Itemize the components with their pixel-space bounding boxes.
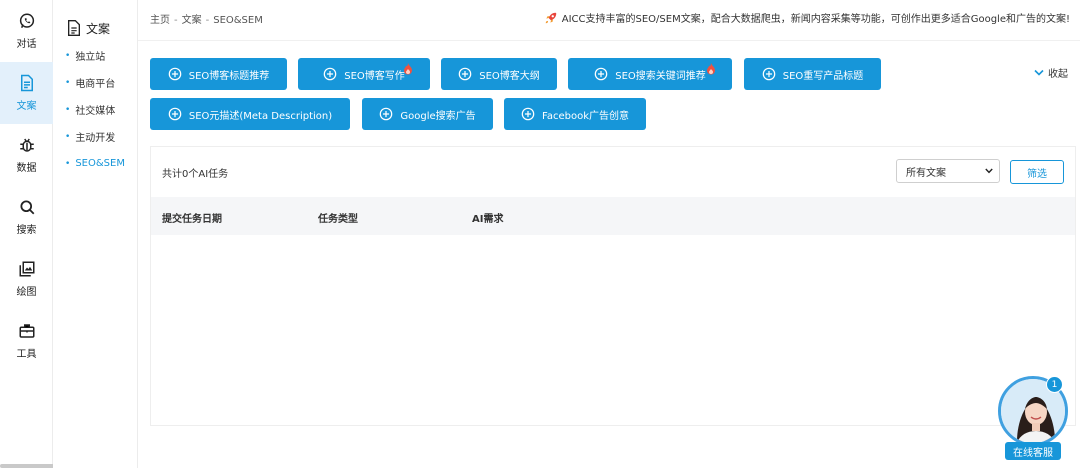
- seo-rewrite-product-title-button[interactable]: SEO重写产品标题: [744, 58, 881, 90]
- notice-text: AICC支持丰富的SEO/SEM文案，配合大数据爬虫，新闻内容采集等功能，可创作…: [561, 14, 1070, 25]
- button-label: SEO博客标题推荐: [188, 70, 270, 82]
- column-header-submit-date: 提交任务日期: [162, 214, 222, 225]
- column-header-ai-request: AI需求: [472, 214, 504, 225]
- subnav-title: 文案: [86, 21, 111, 36]
- breadcrumb-home[interactable]: 主页: [150, 15, 170, 26]
- rail-label-search: 搜索: [16, 225, 37, 236]
- subnav-item-outreach[interactable]: 主动开发: [65, 123, 137, 150]
- seo-keyword-suggestion-button[interactable]: SEO搜索关键词推荐: [568, 58, 732, 90]
- unread-badge: 1: [1046, 376, 1063, 393]
- rail-label-data: 数据: [16, 163, 37, 174]
- button-label: SEO重写产品标题: [782, 70, 864, 82]
- bug-icon: [19, 138, 34, 152]
- rail-item-search[interactable]: 搜索: [0, 186, 53, 248]
- main-content: 主页 - 文案 - SEO&SEM AICC支持丰富的SEO/SEM文案，配合大数据爬虫…: [138, 0, 1080, 468]
- task-count: 共计0个AI任务: [162, 169, 229, 180]
- plus-circle-icon: [762, 67, 776, 81]
- breadcrumb: 主页 - 文案 - SEO&SEM: [150, 11, 263, 26]
- collapse-label: 收起: [1048, 69, 1068, 80]
- document-icon: [68, 20, 80, 36]
- google-search-ads-button[interactable]: Google搜索广告: [362, 98, 493, 130]
- rail-item-chat[interactable]: 对话: [0, 0, 53, 62]
- subnav-item-seo-sem[interactable]: SEO&SEM: [65, 150, 137, 177]
- column-header-task-type: 任务类型: [318, 214, 358, 225]
- chevron-down-icon: [985, 168, 993, 174]
- table-header: 提交任务日期 任务类型 AI需求: [151, 197, 1075, 235]
- rail-item-copywriting[interactable]: 文案: [0, 62, 53, 124]
- subnav-header: 文案: [53, 0, 137, 42]
- seo-blog-outline-button[interactable]: SEO博客大纲: [441, 58, 557, 90]
- image-icon: [19, 261, 34, 277]
- subnav-item-social-media[interactable]: 社交媒体: [65, 96, 137, 123]
- plus-circle-icon: [594, 67, 608, 81]
- plus-circle-icon: [168, 107, 182, 121]
- feature-notice: AICC支持丰富的SEO/SEM文案，配合大数据爬虫，新闻内容采集等功能，可创作…: [544, 10, 1070, 25]
- task-panel: 共计0个AI任务 所有文案 筛选 提交任务日期 任务类型 AI需求: [150, 146, 1076, 426]
- rail-label-copywriting: 文案: [16, 101, 37, 112]
- plus-circle-icon: [380, 107, 393, 121]
- button-label: Facebook广告创意: [542, 110, 629, 122]
- hot-flame-icon: [707, 63, 715, 75]
- breadcrumb-section[interactable]: 文案: [182, 15, 202, 26]
- rocket-icon: [545, 12, 557, 23]
- subnav-item-ecommerce[interactable]: 电商平台: [65, 69, 137, 96]
- breadcrumb-separator: -: [205, 15, 210, 26]
- chevron-down-icon: [1034, 69, 1044, 76]
- online-support-label: 在线客服: [1005, 442, 1061, 460]
- button-label: SEO元描述(Meta Description): [188, 110, 333, 122]
- button-label: SEO博客写作: [344, 70, 405, 82]
- whatsapp-icon: [19, 13, 34, 28]
- search-icon: [19, 200, 34, 215]
- plus-circle-icon: [458, 67, 472, 81]
- copy-type-select[interactable]: 所有文案: [896, 159, 1000, 183]
- plus-circle-icon: [521, 107, 535, 121]
- sub-navigation: 文案 独立站 电商平台 社交媒体 主动开发 SEO&SEM: [53, 0, 138, 468]
- rail-label-draw: 绘图: [16, 287, 37, 298]
- rail-item-tools[interactable]: 工具: [0, 310, 53, 372]
- button-label: SEO搜索关键词推荐: [615, 70, 706, 82]
- breadcrumb-current: SEO&SEM: [213, 15, 263, 26]
- button-label: Google搜索广告: [400, 110, 476, 122]
- document-icon: [20, 74, 33, 92]
- hot-flame-icon: [404, 63, 412, 75]
- online-support-widget[interactable]: 1 在线客服: [998, 376, 1070, 462]
- subnav-list: 独立站 电商平台 社交媒体 主动开发 SEO&SEM: [53, 42, 137, 177]
- icon-rail: 对话 文案 数据 搜索 绘图 工具: [0, 0, 148, 468]
- rail-item-draw[interactable]: 绘图: [0, 248, 53, 310]
- rail-item-data[interactable]: 数据: [0, 124, 53, 186]
- filter-button[interactable]: 筛选: [1010, 160, 1064, 184]
- select-value: 所有文案: [906, 167, 946, 179]
- facebook-ad-creative-button[interactable]: Facebook广告创意: [504, 98, 646, 130]
- subnav-item-standalone-site[interactable]: 独立站: [65, 42, 137, 69]
- header-divider: [138, 40, 1080, 41]
- collapse-toggle[interactable]: 收起: [1034, 65, 1068, 80]
- seo-blog-title-button[interactable]: SEO博客标题推荐: [150, 58, 287, 90]
- plus-circle-icon: [168, 67, 182, 81]
- toolbox-icon: [19, 324, 34, 338]
- plus-circle-icon: [323, 67, 337, 81]
- rail-label-tools: 工具: [16, 349, 37, 360]
- rail-label-chat: 对话: [16, 39, 37, 50]
- seo-meta-description-button[interactable]: SEO元描述(Meta Description): [150, 98, 350, 130]
- button-label: SEO博客大纲: [479, 70, 540, 82]
- seo-blog-writing-button[interactable]: SEO博客写作: [298, 58, 430, 90]
- breadcrumb-separator: -: [174, 15, 178, 26]
